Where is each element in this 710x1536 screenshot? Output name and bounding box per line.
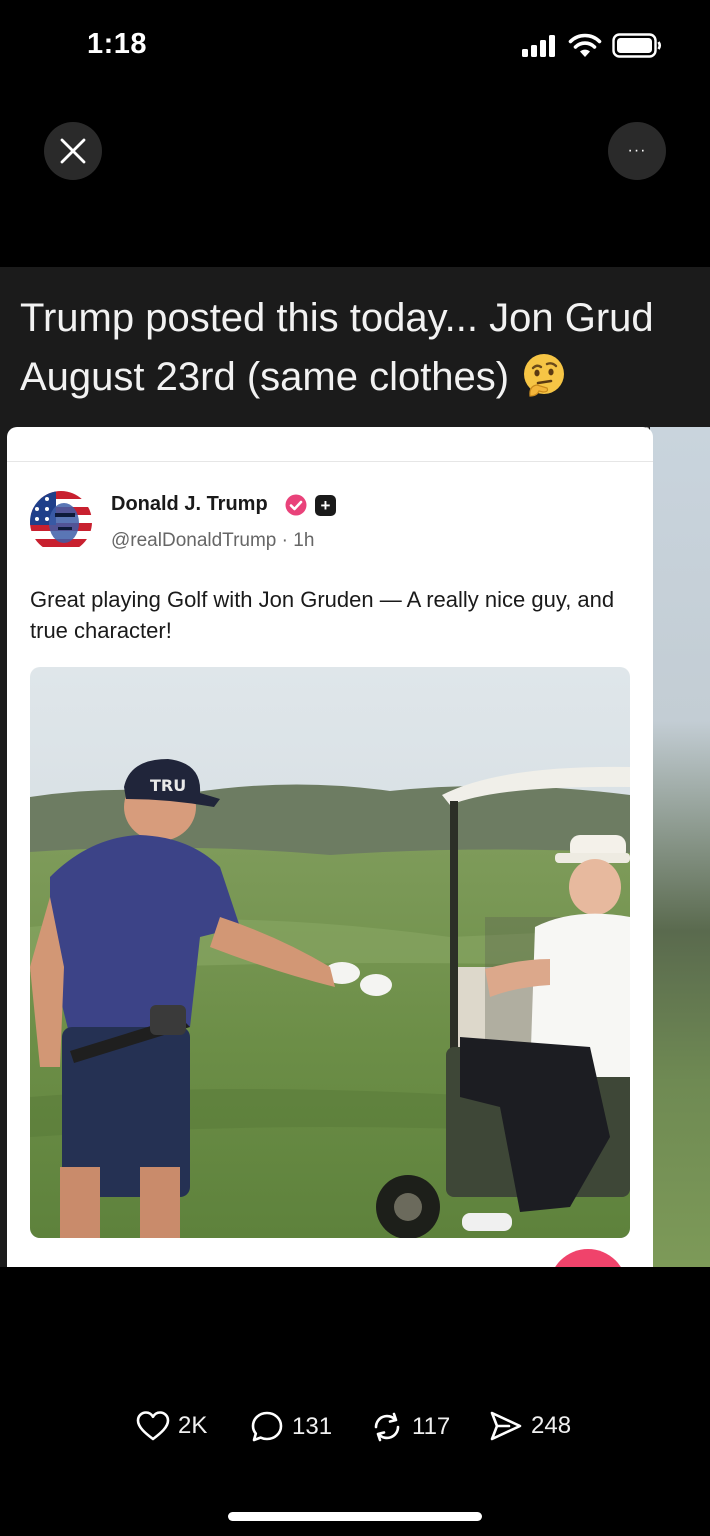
caption-line-1: Trump posted this today... Jon Grud (20, 296, 654, 340)
share-count: 248 (531, 1412, 572, 1439)
status-bar: 1:18 (0, 0, 710, 95)
close-icon (60, 138, 86, 164)
share-button[interactable]: 248 (489, 1410, 571, 1442)
comment-icon (251, 1411, 283, 1442)
author-handle[interactable]: @realDonaldTrump · 1h (111, 530, 314, 552)
action-bar: 2K 131 117 248 (0, 1410, 710, 1456)
post-text: Great playing Golf with Jon Gruden — A r… (30, 587, 615, 643)
post-caption: Trump posted this today... Jon Grud Augu… (20, 289, 710, 407)
post-image[interactable]: Trump posted this today... Jon Grud Augu… (0, 267, 710, 1267)
author-name[interactable]: Donald J. Trump (111, 493, 268, 516)
like-button[interactable]: 2K (136, 1410, 207, 1442)
cap-text: TRU (150, 776, 186, 795)
more-icon: ··· (627, 142, 647, 159)
send-icon (490, 1411, 522, 1441)
comment-button[interactable]: 131 (250, 1410, 332, 1444)
home-indicator[interactable] (228, 1512, 482, 1521)
more-options-button[interactable]: ··· (608, 122, 666, 180)
card-divider (7, 461, 653, 462)
verified-badge-icon (285, 494, 307, 516)
close-button[interactable] (44, 122, 102, 180)
status-icons (522, 33, 662, 58)
comment-count: 131 (292, 1413, 333, 1440)
golf-photo: TRU (30, 667, 630, 1238)
truth-post-card: Donald J. Trump + @realDonaldTrump · 1h … (7, 427, 653, 1267)
thinking-face-emoji-icon (524, 354, 565, 398)
signal-icon (522, 34, 555, 57)
next-card-peek (650, 427, 710, 1267)
avatar (30, 491, 92, 553)
wifi-icon (568, 33, 602, 57)
repost-button[interactable]: 117 (370, 1410, 450, 1444)
plus-badge-icon: + (315, 495, 336, 516)
repost-count: 117 (412, 1413, 451, 1440)
pink-action-button (549, 1249, 627, 1267)
status-time: 1:18 (87, 28, 148, 60)
battery-icon (612, 33, 662, 58)
caption-line-2: August 23rd (same clothes) (20, 348, 710, 407)
like-count: 2K (178, 1412, 208, 1439)
heart-icon (136, 1411, 170, 1441)
caption-line-2-text: August 23rd (same clothes) (20, 355, 510, 399)
repost-icon (374, 1412, 400, 1442)
